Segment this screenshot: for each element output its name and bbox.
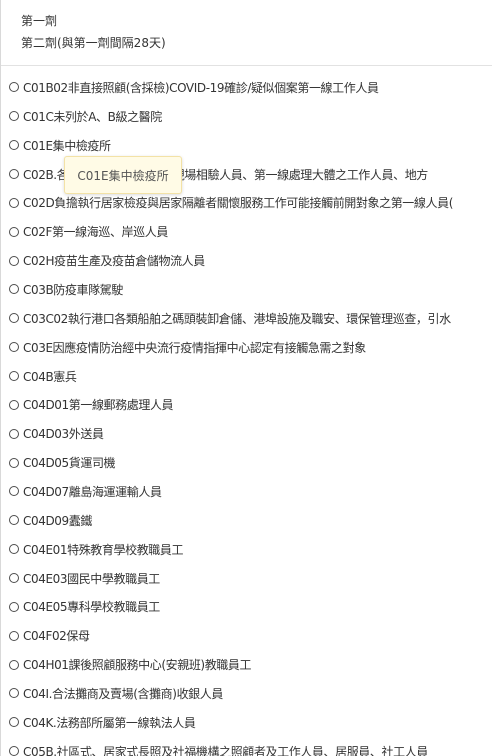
category-option-label: C02H疫苗生產及疫苗倉儲物流人員	[23, 254, 205, 269]
radio-button[interactable]	[9, 688, 19, 699]
category-option[interactable]: C04E01特殊教育學校教職員工	[1, 535, 492, 564]
dose2-label: 第二劑(與第一劑間隔28天)	[21, 36, 166, 50]
category-option[interactable]: C04D09蠹鐵	[1, 506, 492, 535]
radio-button[interactable]	[9, 457, 19, 468]
radio-button[interactable]	[9, 573, 19, 584]
category-option[interactable]: C04D05貨運司機	[1, 448, 492, 477]
dose-header: 第一劑 第二劑(與第一劑間隔28天)	[1, 0, 492, 66]
radio-button[interactable]	[9, 226, 19, 237]
radio-button[interactable]	[9, 342, 19, 353]
category-option-label: C05B.社區式、居家式長照及社福機構之照顧者及工作人員、居服員、社工人員	[23, 744, 428, 756]
category-option[interactable]: C04D03外送員	[1, 419, 492, 448]
category-option-label: C01C未列於A、B級之醫院	[23, 109, 162, 124]
category-option[interactable]: C03C02執行港口各類船舶之碼頭裝卸倉儲、港埠設施及職安、環保管理巡查，引水	[1, 304, 492, 333]
category-option[interactable]: C02F第一線海巡、岸巡人員	[1, 217, 492, 246]
category-option[interactable]: C03B防疫車隊駕駛	[1, 275, 492, 304]
radio-button[interactable]	[9, 544, 19, 555]
category-option-label: C04D01第一線郵務處理人員	[23, 398, 174, 413]
category-option-label: C04D07離島海運運輸人員	[23, 484, 162, 499]
category-option[interactable]: C04F02保母	[1, 621, 492, 650]
radio-button[interactable]	[9, 717, 19, 728]
category-option[interactable]: C04D07離島海運運輸人員	[1, 477, 492, 506]
category-option[interactable]: C04I.合法攤商及賣場(含攤商)收銀人員	[1, 679, 492, 708]
category-option-label: C03C02執行港口各類船舶之碼頭裝卸倉儲、港埠設施及職安、環保管理巡查，引水	[23, 311, 451, 326]
radio-button[interactable]	[9, 659, 19, 670]
radio-button[interactable]	[9, 601, 19, 612]
category-option-label: C04I.合法攤商及賣場(含攤商)收銀人員	[23, 686, 223, 701]
radio-button[interactable]	[9, 428, 19, 439]
category-option-label: C04B憲兵	[23, 369, 77, 384]
category-option-label: C02D負擔執行居家檢疫與居家隔離者關懷服務工作可能接觸前開對象之第一線人員(	[23, 196, 453, 211]
category-option-label: C03E因應疫情防治經中央流行疫情指揮中心認定有接觸急需之對象	[23, 340, 366, 355]
radio-button[interactable]	[9, 111, 19, 122]
category-option-label: C04H01課後照顧服務中心(安親班)教職員工	[23, 658, 252, 673]
category-option-label: C02F第一線海巡、岸巡人員	[23, 225, 168, 240]
radio-button[interactable]	[9, 284, 19, 295]
category-option[interactable]: C04K.法務部所屬第一線執法人員	[1, 708, 492, 737]
radio-button[interactable]	[9, 746, 19, 756]
category-option[interactable]: C04E03國民中學教職員工	[1, 564, 492, 593]
category-option[interactable]: C04B憲兵	[1, 362, 492, 391]
category-option-label: C04D03外送員	[23, 427, 104, 442]
category-option[interactable]: C02H疫苗生產及疫苗倉儲物流人員	[1, 246, 492, 275]
radio-button[interactable]	[9, 371, 19, 382]
category-option[interactable]: C01C未列於A、B級之醫院	[1, 102, 492, 131]
category-option[interactable]: C05B.社區式、居家式長照及社福機構之照顧者及工作人員、居服員、社工人員	[1, 737, 492, 756]
category-option-label: C04E03國民中學教職員工	[23, 571, 160, 586]
category-option[interactable]: C04H01課後照顧服務中心(安親班)教職員工	[1, 650, 492, 679]
radio-button[interactable]	[9, 486, 19, 497]
category-option[interactable]: C04E05專科學校教職員工	[1, 592, 492, 621]
radio-button[interactable]	[9, 630, 19, 641]
category-option[interactable]: C04D01第一線郵務處理人員	[1, 390, 492, 419]
category-option-label: C04F02保母	[23, 629, 90, 644]
dose1-label: 第一劑	[21, 14, 58, 28]
radio-button[interactable]	[9, 255, 19, 266]
category-option-label: C01B02非直接照顧(含採檢)COVID-19確診/疑似個案第一線工作人員	[23, 80, 379, 95]
tooltip: C01E集中檢疫所	[64, 156, 182, 194]
category-option-label: C04K.法務部所屬第一線執法人員	[23, 715, 196, 730]
category-option-label: C01E集中檢疫所	[23, 138, 111, 153]
radio-button[interactable]	[9, 515, 19, 526]
radio-button[interactable]	[9, 82, 19, 93]
radio-button[interactable]	[9, 169, 19, 179]
category-option-label: C04E01特殊教育學校教職員工	[23, 542, 184, 557]
radio-button[interactable]	[9, 197, 19, 208]
radio-button[interactable]	[9, 399, 19, 410]
category-option-label: C04E05專科學校教職員工	[23, 600, 160, 615]
radio-button[interactable]	[9, 313, 19, 324]
radio-button[interactable]	[9, 140, 19, 151]
vaccine-registration-form: 第一劑 第二劑(與第一劑間隔28天) C01B02非直接照顧(含採檢)COVID…	[0, 0, 492, 756]
category-option[interactable]: C01B02非直接照顧(含採檢)COVID-19確診/疑似個案第一線工作人員	[1, 73, 492, 102]
category-option-label: C04D09蠹鐵	[23, 513, 92, 528]
category-option[interactable]: C03E因應疫情防治經中央流行疫情指揮中心認定有接觸急需之對象	[1, 333, 492, 362]
category-option-label: C04D05貨運司機	[23, 456, 116, 471]
category-option-label: C03B防疫車隊駕駛	[23, 282, 123, 297]
